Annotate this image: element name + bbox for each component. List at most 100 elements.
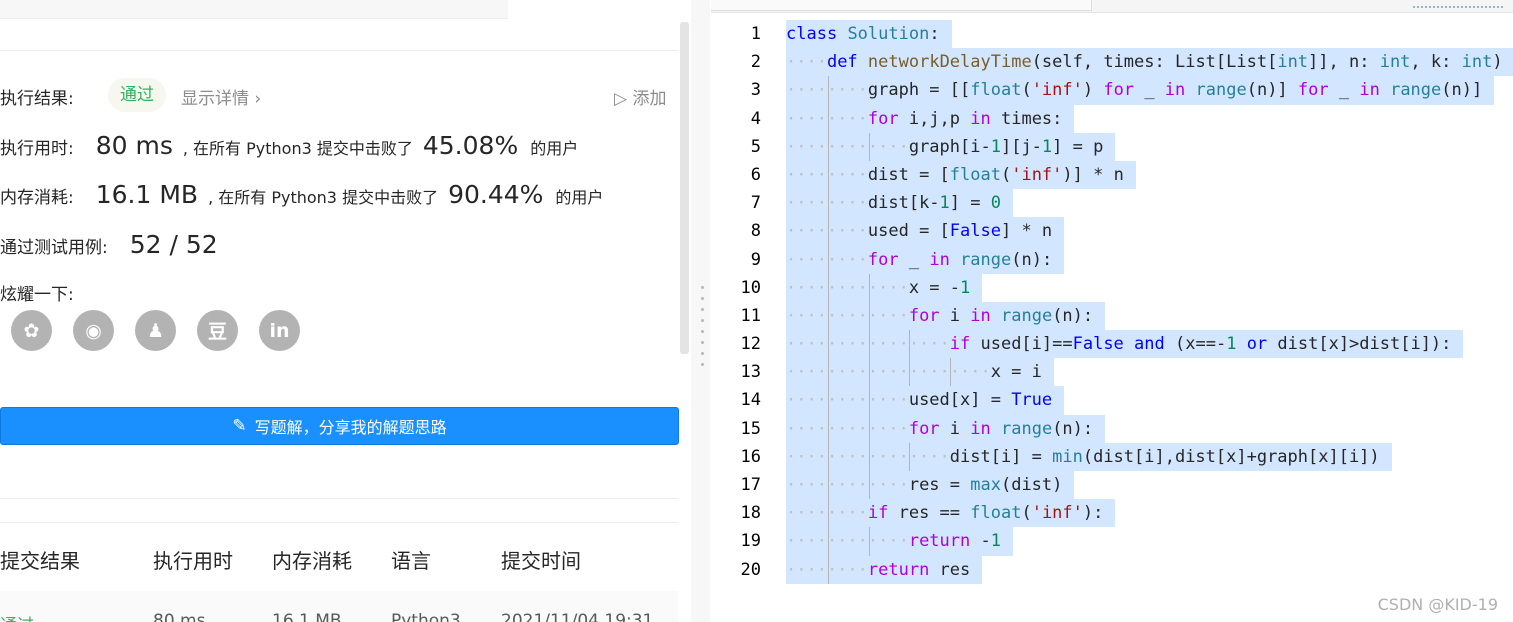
linkedin-icon[interactable]: in (259, 310, 300, 351)
line-number: 14 (740, 390, 761, 411)
whitespace-marker: ············ (786, 531, 909, 552)
whitespace-marker: ············ (786, 277, 909, 298)
line-number: 9 (750, 249, 761, 270)
weibo-icon[interactable]: ◉ (73, 310, 114, 351)
table-row[interactable]: 通过 80 ms 16.1 MB Python3 2021/11/04 19:3… (0, 591, 678, 622)
memory-percent: 90.44% (448, 180, 544, 209)
divider (0, 50, 678, 51)
line-number-gutter: 1 2 3 4 5 6 7 8 9 10 11 12 13 14 15 16 1… (711, 20, 773, 584)
code-token: float (970, 503, 1022, 524)
code-line[interactable]: ············for i in range(n): (786, 414, 1513, 443)
code-token: (x==- (1164, 334, 1227, 355)
code-token: ] * n (1000, 221, 1053, 242)
code-token: dist[i] = (949, 446, 1053, 467)
code-line[interactable]: ············graph[i-1][j-1] = p (786, 132, 1513, 161)
scrollbar[interactable] (680, 22, 689, 354)
selection-highlight: ········if res == float('inf'): (786, 499, 1116, 528)
write-solution-button[interactable]: ✎ 写题解，分享我的解题思路 (0, 407, 679, 445)
code-line[interactable]: ············return -1 (786, 527, 1513, 556)
indent-guide (868, 414, 870, 443)
editor-tab[interactable] (711, 0, 1092, 11)
code-line[interactable]: ········graph = [[float('inf') for _ in … (786, 76, 1513, 105)
selection-highlight: ····def networkDelayTime(self, times: Li… (786, 48, 1513, 77)
code-token: 1 (939, 193, 950, 214)
code-line[interactable]: ················dist[i] = min(dist[i],di… (786, 442, 1513, 471)
splitter-grip-icon[interactable] (701, 286, 704, 366)
indent-guide (909, 442, 911, 471)
indent-guide (827, 160, 829, 190)
indent-guide (827, 132, 829, 161)
code-line[interactable]: ········for _ in range(n): (786, 245, 1513, 274)
code-line[interactable]: ········dist[k-1] = 0 (786, 189, 1513, 218)
code-line[interactable]: ····def networkDelayTime(self, times: Li… (786, 48, 1513, 77)
code-line[interactable]: ········dist = [float('inf')] * n (786, 160, 1513, 190)
code-token: or (1246, 334, 1268, 355)
column-header[interactable]: 提交时间 (501, 545, 581, 574)
indent-guide (868, 527, 870, 556)
code-line[interactable]: ········return res (786, 555, 1513, 584)
selection-highlight: ········for i,j,p in times: (786, 104, 1075, 133)
line-number: 6 (750, 164, 761, 185)
code-token: 'inf' (1011, 164, 1063, 185)
code-token: times: (990, 108, 1063, 129)
code-line[interactable]: ············used[x] = True (786, 386, 1513, 415)
selection-highlight: ················if used[i]==False and (x… (786, 330, 1464, 359)
indent-guide (868, 471, 870, 500)
code-token: for (1297, 80, 1329, 101)
code-line[interactable]: ····················x = i (786, 358, 1513, 387)
selection-highlight: class Solution: (786, 20, 952, 49)
submission-status[interactable]: 通过 (0, 611, 34, 622)
douban-icon[interactable]: 豆 (197, 310, 238, 351)
whitespace-marker: ············ (786, 475, 909, 495)
code-token: False (1072, 334, 1124, 355)
watermark: CSDN @KID-19 (1377, 595, 1498, 614)
line-number: 7 (750, 193, 761, 214)
code-token: i,j,p (898, 108, 971, 129)
status-label: 执行结果: (0, 89, 74, 109)
indent-guide (827, 386, 829, 415)
code-line[interactable]: ········used = [False] * n (786, 217, 1513, 246)
runtime-suffix: 的用户 (530, 139, 579, 158)
code-token: graph[i- (908, 136, 991, 157)
code-line[interactable]: ············for i in range(n): (786, 301, 1513, 331)
editor-controls[interactable] (1413, 0, 1503, 8)
show-details-link[interactable]: 显示详情 › (181, 84, 261, 109)
wechat-icon[interactable]: ✿ (11, 310, 52, 351)
line-number: 3 (750, 80, 761, 101)
indent-guide (868, 358, 870, 387)
column-header[interactable]: 内存消耗 (272, 545, 352, 574)
code-line[interactable]: ········if res == float('inf'): (786, 499, 1513, 528)
code-token: (dist) (1000, 475, 1063, 495)
selection-highlight: ············for i in range(n): (786, 301, 1106, 331)
share-row: 炫耀一下: (0, 280, 74, 305)
code-lines[interactable]: class Solution: ····def networkDelayTime(… (786, 20, 1513, 584)
submission-memory: 16.1 MB (272, 611, 342, 622)
code-token: in (1359, 80, 1380, 101)
column-header[interactable]: 提交结果 (0, 545, 80, 574)
code-token: True (1011, 390, 1053, 411)
column-header[interactable]: 执行用时 (153, 545, 233, 574)
column-header[interactable]: 语言 (391, 545, 431, 574)
qq-icon[interactable]: ♟ (135, 310, 176, 351)
code-token: used = [ (867, 221, 950, 242)
code-token: res (929, 559, 971, 580)
code-line[interactable]: ············x = -1 (786, 273, 1513, 302)
code-line[interactable]: class Solution: (786, 20, 1513, 49)
code-line[interactable]: ················if used[i]==False and (x… (786, 330, 1513, 359)
code-line[interactable]: ········for i,j,p in times: (786, 104, 1513, 133)
code-token: ( (1021, 80, 1032, 101)
line-number: 16 (740, 446, 761, 467)
memory-label: 内存消耗: (0, 188, 74, 208)
selection-highlight: ····················x = i (786, 358, 1054, 387)
code-line[interactable]: ············res = max(dist) (786, 471, 1513, 500)
code-token: def (826, 52, 858, 73)
add-note-link[interactable]: ▷ 添加 (614, 84, 666, 109)
code-editor[interactable]: 1 2 3 4 5 6 7 8 9 10 11 12 13 14 15 16 1… (711, 0, 1513, 622)
line-number: 4 (750, 108, 761, 129)
runtime-percent: 45.08% (422, 131, 519, 160)
code-token: (n): (1011, 249, 1053, 270)
indent-guide (827, 217, 829, 246)
code-token: float (970, 80, 1022, 101)
code-token: Solution (847, 24, 930, 44)
